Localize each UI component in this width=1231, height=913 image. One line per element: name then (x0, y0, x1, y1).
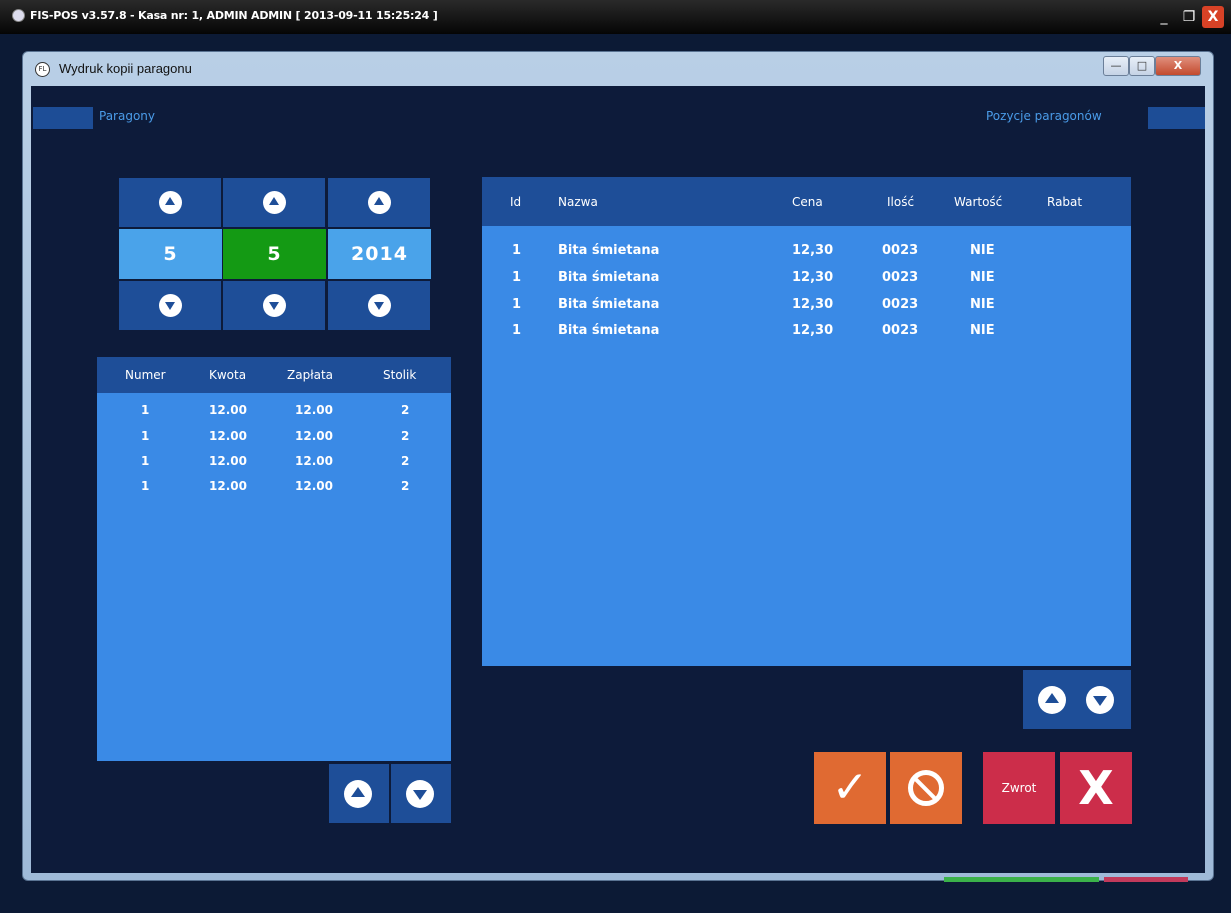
cell-zaplata: 12.00 (295, 429, 333, 443)
month-up-button[interactable] (223, 178, 326, 227)
close-icon: X (1078, 761, 1114, 815)
confirm-button[interactable]: ✓ (814, 752, 886, 824)
day-value[interactable]: 5 (119, 229, 222, 279)
arrow-down-icon (159, 294, 182, 317)
items-table[interactable]: Id Nazwa Cena Ilość Wartość Rabat 1 Bita… (482, 177, 1131, 666)
dialog-close-button[interactable]: X (1155, 56, 1201, 76)
arrow-up-icon (344, 780, 372, 808)
dialog-minimize-button[interactable]: — (1103, 56, 1129, 76)
cell-ilosc: 0023 (882, 270, 919, 285)
cell-stolik: 2 (401, 429, 410, 443)
cell-ilosc: 0023 (882, 297, 919, 312)
cell-cena: 12,30 (792, 297, 834, 312)
cell-numer: 1 (141, 454, 150, 468)
cell-ilosc: 0023 (882, 243, 919, 258)
cell-stolik: 2 (401, 454, 410, 468)
cell-numer: 1 (141, 403, 150, 417)
app-logo-icon (12, 9, 25, 22)
year-up-button[interactable] (328, 178, 431, 227)
arrow-up-icon (1038, 686, 1066, 714)
cell-wartosc: NIE (970, 243, 995, 258)
cell-id: 1 (512, 297, 522, 312)
cell-kwota: 12.00 (209, 403, 247, 417)
cell-zaplata: 12.00 (295, 479, 333, 493)
dialog-maximize-button[interactable]: □ (1129, 56, 1155, 76)
column-header-nazwa[interactable]: Nazwa (558, 195, 598, 209)
dialog-title: Wydruk kopii paragonu (59, 61, 192, 76)
dialog-window: FL Wydruk kopii paragonu — □ X Paragony … (22, 51, 1214, 881)
cell-ilosc: 0023 (882, 323, 919, 338)
dialog-logo-icon: FL (35, 62, 50, 77)
section-accent-right (1148, 107, 1205, 129)
cell-stolik: 2 (401, 479, 410, 493)
column-header-stolik[interactable]: Stolik (383, 368, 416, 382)
receipts-scroll-down-button[interactable] (391, 764, 451, 823)
column-header-ilosc[interactable]: Ilość (887, 195, 914, 209)
app-restore-button[interactable]: ❐ (1178, 6, 1200, 28)
cell-numer: 1 (141, 429, 150, 443)
arrow-up-icon (368, 191, 391, 214)
items-table-header: Id Nazwa Cena Ilość Wartość Rabat (482, 177, 1131, 226)
column-header-wartosc[interactable]: Wartość (954, 195, 1002, 209)
app-titlebar: FIS-POS v3.57.8 - Kasa nr: 1, ADMIN ADMI… (0, 0, 1231, 34)
check-icon: ✓ (831, 762, 869, 813)
arrow-up-icon (159, 191, 182, 214)
app-title: FIS-POS v3.57.8 - Kasa nr: 1, ADMIN ADMI… (30, 9, 438, 22)
arrow-down-icon (368, 294, 391, 317)
year-value[interactable]: 2014 (328, 229, 431, 279)
app-minimize-button[interactable]: _ (1153, 6, 1175, 28)
month-value[interactable]: 5 (223, 229, 326, 279)
cell-id: 1 (512, 323, 522, 338)
arrow-down-icon (406, 780, 434, 808)
cell-kwota: 12.00 (209, 454, 247, 468)
month-down-button[interactable] (223, 281, 326, 330)
cell-nazwa: Bita śmietana (558, 270, 660, 285)
app-close-button[interactable]: X (1202, 6, 1224, 28)
items-scroll-down-button[interactable] (1071, 670, 1131, 729)
prohibited-icon (908, 770, 944, 806)
cell-cena: 12,30 (792, 323, 834, 338)
cell-nazwa: Bita śmietana (558, 297, 660, 312)
cell-nazwa: Bita śmietana (558, 243, 660, 258)
day-down-button[interactable] (119, 281, 222, 330)
column-header-kwota[interactable]: Kwota (209, 368, 246, 382)
column-header-cena[interactable]: Cena (792, 195, 823, 209)
cell-cena: 12,30 (792, 270, 834, 285)
arrow-down-icon (263, 294, 286, 317)
cell-id: 1 (512, 243, 522, 258)
column-header-numer[interactable]: Numer (125, 368, 166, 382)
dialog-content: Paragony Pozycje paragonów 5 5 2014 Nume… (31, 86, 1205, 873)
column-header-id[interactable]: Id (510, 195, 521, 209)
return-button[interactable]: Zwrot (983, 752, 1055, 824)
receipts-table[interactable]: Numer Kwota Zapłata Stolik 1 12.00 12.00… (97, 357, 451, 761)
cell-kwota: 12.00 (209, 479, 247, 493)
cell-id: 1 (512, 270, 522, 285)
taskbar-indicator-red (1104, 877, 1188, 882)
column-header-rabat[interactable]: Rabat (1047, 195, 1082, 209)
arrow-down-icon (1086, 686, 1114, 714)
column-header-zaplata[interactable]: Zapłata (287, 368, 333, 382)
cell-nazwa: Bita śmietana (558, 323, 660, 338)
section-accent-left (33, 107, 93, 129)
cell-kwota: 12.00 (209, 429, 247, 443)
section-label-receipts: Paragony (99, 109, 156, 123)
cell-wartosc: NIE (970, 297, 995, 312)
day-up-button[interactable] (119, 178, 222, 227)
section-label-items: Pozycje paragonów (986, 109, 1102, 123)
close-button[interactable]: X (1060, 752, 1132, 824)
cell-wartosc: NIE (970, 270, 995, 285)
cell-numer: 1 (141, 479, 150, 493)
cell-wartosc: NIE (970, 323, 995, 338)
cell-zaplata: 12.00 (295, 454, 333, 468)
year-down-button[interactable] (328, 281, 431, 330)
arrow-up-icon (263, 191, 286, 214)
cell-stolik: 2 (401, 403, 410, 417)
receipts-table-header: Numer Kwota Zapłata Stolik (97, 357, 451, 393)
cell-cena: 12,30 (792, 243, 834, 258)
cancel-button[interactable] (890, 752, 962, 824)
cell-zaplata: 12.00 (295, 403, 333, 417)
receipts-scroll-up-button[interactable] (329, 764, 389, 823)
taskbar-indicator-green (944, 877, 1099, 882)
